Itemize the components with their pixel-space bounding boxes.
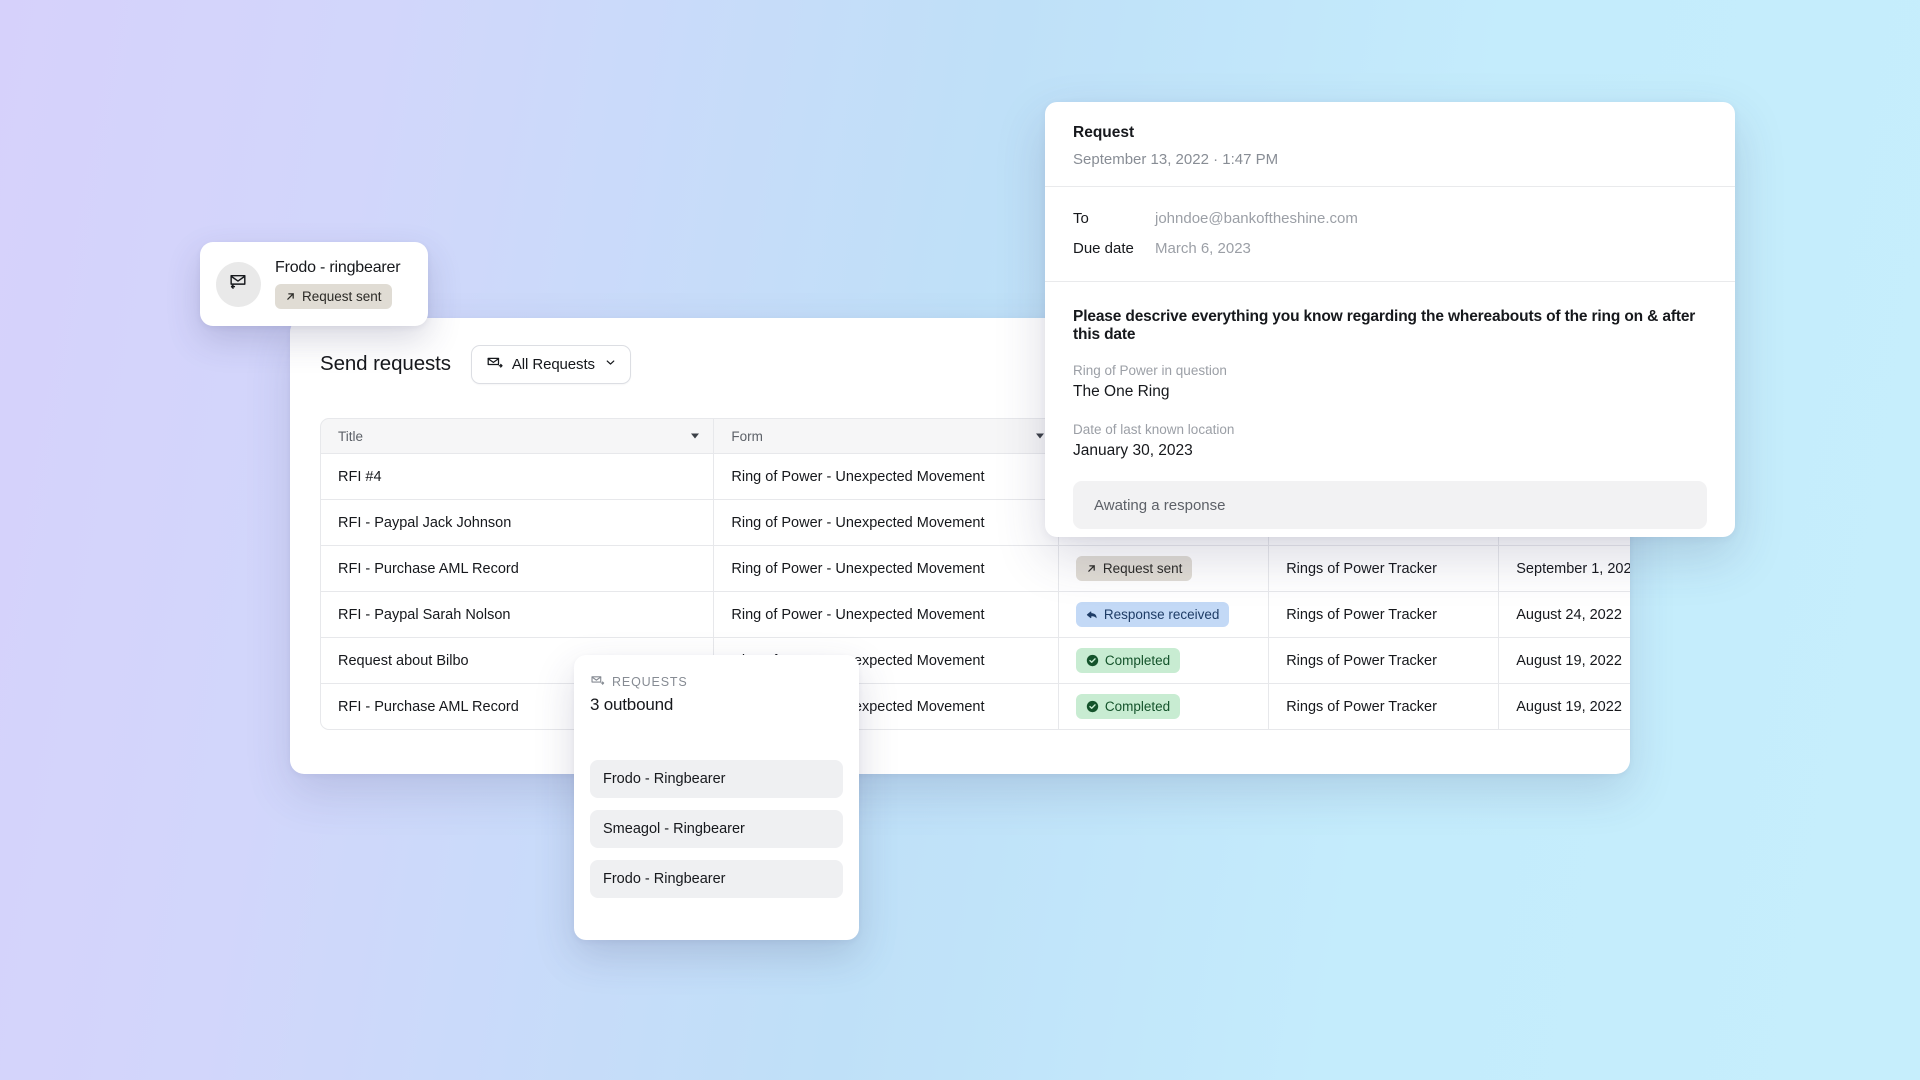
column-header-form-label: Form <box>731 428 763 444</box>
list-item-label: Frodo - Ringbearer <box>603 871 726 887</box>
status-badge-label: Completed <box>1104 652 1171 668</box>
field-value: January 30, 2023 <box>1073 442 1193 459</box>
arrow-up-right-icon <box>285 291 296 302</box>
cell-form: Ring of Power - Unexpected Movement <box>714 454 1059 500</box>
meta-value-to: johndoe@bankoftheshine.com <box>1155 209 1358 227</box>
status-badge: Request sent <box>275 284 392 309</box>
panel-body: Please descrive everything you know rega… <box>1045 282 1735 529</box>
meta-label-to: To <box>1073 209 1089 227</box>
cell-form: Ring of Power - Unexpected Movement <box>714 546 1059 592</box>
cell-status: Completed <box>1058 684 1270 730</box>
status-badge-label: Request sent <box>1102 560 1183 576</box>
filter-label: All Requests <box>511 355 595 373</box>
sort-caret-icon[interactable] <box>691 433 700 439</box>
toast-content: Frodo - ringbearer Request sent <box>275 259 401 309</box>
meta-value-due-date: March 6, 2023 <box>1155 239 1251 257</box>
panel-title: Request <box>1073 124 1135 141</box>
cell-tracker: Rings of Power Tracker <box>1269 546 1500 592</box>
meta-label-due-date: Due date <box>1073 239 1134 257</box>
table-row[interactable]: RFI - Paypal Sarah Nolson Ring of Power -… <box>320 592 1630 638</box>
column-header-title-label: Title <box>338 428 364 444</box>
list-item[interactable]: Frodo - Ringbearer <box>590 860 843 898</box>
page-title: Send requests <box>320 352 451 375</box>
awaiting-response-label: Awating a response <box>1094 496 1226 514</box>
table-row[interactable]: Request about Bilbo Ring of Power - Unexp… <box>320 638 1630 684</box>
panel-header: Request September 13, 2022 · 1:47 PM <box>1045 102 1735 187</box>
cell-sent: August 19, 2022 <box>1499 684 1630 730</box>
panel-meta: To johndoe@bankoftheshine.com Due date M… <box>1045 187 1735 282</box>
field-ring-of-power: Ring of Power in question The One Ring <box>1073 363 1707 401</box>
field-label: Date of last known location <box>1073 422 1235 437</box>
cell-sent: September 1, 2022 <box>1499 546 1630 592</box>
list-item-label: Smeagol - Ringbearer <box>603 821 745 837</box>
status-badge-label: Response received <box>1103 606 1220 622</box>
status-badge[interactable]: Completed <box>1075 694 1181 719</box>
field-last-known-location: Date of last known location January 30, … <box>1073 422 1707 460</box>
chevron-down-icon <box>604 356 617 373</box>
cell-title: RFI - Paypal Sarah Nolson <box>320 592 715 638</box>
cell-status: Request sent <box>1058 546 1270 592</box>
mail-send-icon <box>228 271 249 297</box>
request-detail-panel: Request September 13, 2022 · 1:47 PM To … <box>1045 102 1735 537</box>
mail-send-icon <box>590 673 605 691</box>
panel-timestamp: September 13, 2022 · 1:47 PM <box>1073 151 1279 168</box>
avatar <box>216 261 261 307</box>
request-question: Please descrive everything you know rega… <box>1073 308 1696 343</box>
status-badge[interactable]: Completed <box>1075 648 1181 673</box>
list-item-label: Frodo - Ringbearer <box>603 771 726 787</box>
status-badge[interactable]: Request sent <box>1075 556 1193 581</box>
cell-tracker: Rings of Power Tracker <box>1269 592 1500 638</box>
awaiting-response-box: Awating a response <box>1073 481 1707 529</box>
meta-row-due-date: Due date March 6, 2023 <box>1073 233 1707 263</box>
mail-send-icon <box>486 354 503 375</box>
cell-title: RFI - Purchase AML Record <box>320 546 715 592</box>
column-header-title[interactable]: Title <box>320 418 715 454</box>
check-circle-icon <box>1086 700 1099 713</box>
status-badge-label: Completed <box>1104 698 1171 714</box>
reply-arrow-icon <box>1086 609 1098 621</box>
cell-form: Ring of Power - Unexpected Movement <box>714 592 1059 638</box>
table-row[interactable]: RFI - Purchase AML RecordRing of Power -… <box>320 684 1630 730</box>
arrow-up-right-icon <box>1086 563 1097 574</box>
field-label: Ring of Power in question <box>1073 363 1227 378</box>
popover-list: Frodo - Ringbearer Smeagol - Ringbearer Fr… <box>590 760 843 898</box>
field-value: The One Ring <box>1073 383 1170 400</box>
cell-title: RFI #4 <box>320 454 715 500</box>
column-header-form[interactable]: Form <box>714 418 1059 454</box>
cell-tracker: Rings of Power Tracker <box>1269 638 1500 684</box>
popover-count: 3 outbound <box>590 695 674 714</box>
sort-caret-icon[interactable] <box>1035 433 1044 439</box>
meta-row-to: To johndoe@bankoftheshine.com <box>1073 203 1707 233</box>
all-requests-filter-button[interactable]: All Requests <box>470 344 631 384</box>
request-sent-toast[interactable]: Frodo - ringbearer Request sent <box>200 242 428 326</box>
popover-eyebrow: REQUESTS <box>590 673 843 691</box>
cell-form: Ring of Power - Unexpected Movement <box>714 500 1059 546</box>
check-circle-icon <box>1086 654 1099 667</box>
cell-title: RFI - Paypal Jack Johnson <box>320 500 715 546</box>
cell-tracker: Rings of Power Tracker <box>1269 684 1500 730</box>
cell-sent: August 24, 2022 <box>1499 592 1630 638</box>
status-badge[interactable]: Response received <box>1075 602 1230 627</box>
popover-eyebrow-label: REQUESTS <box>612 675 688 689</box>
cell-status: Completed <box>1058 638 1270 684</box>
requests-popover: REQUESTS 3 outbound Frodo - Ringbearer Sm… <box>574 655 859 940</box>
list-item[interactable]: Smeagol - Ringbearer <box>590 810 843 848</box>
cell-status: Response received <box>1058 592 1270 638</box>
list-item[interactable]: Frodo - Ringbearer <box>590 760 843 798</box>
status-badge-label: Request sent <box>302 288 382 304</box>
toast-title: Frodo - ringbearer <box>275 259 401 276</box>
table-row[interactable]: RFI - Purchase AML RecordRing of Power -… <box>320 546 1630 592</box>
cell-sent: August 19, 2022 <box>1499 638 1630 684</box>
